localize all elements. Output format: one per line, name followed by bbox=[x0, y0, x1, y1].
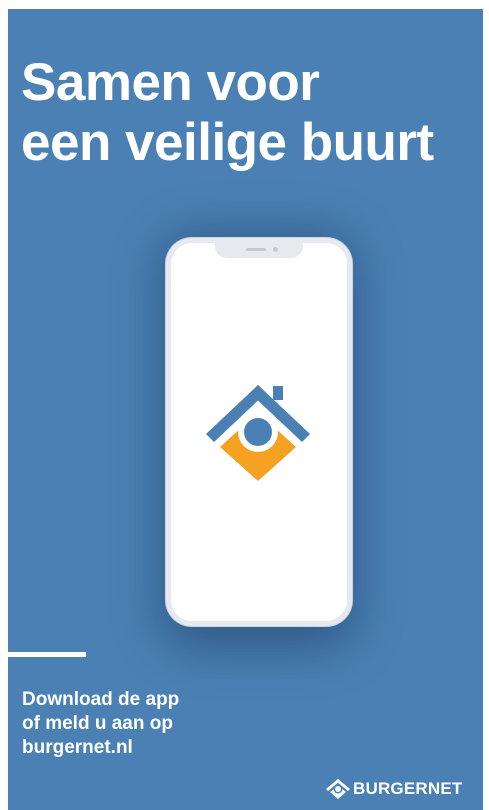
headline-line-2: een veilige buurt bbox=[21, 113, 434, 172]
camera-icon bbox=[273, 247, 278, 252]
burgernet-house-logo-icon bbox=[206, 385, 310, 481]
brand-name: BURGERNET bbox=[353, 779, 463, 798]
call-to-action: Download de app of meld u aan op burgern… bbox=[22, 688, 179, 760]
headline: Samen voor een veilige buurt bbox=[21, 53, 434, 173]
phone-notch bbox=[215, 243, 303, 258]
burgernet-logo-icon bbox=[326, 779, 350, 799]
cta-line-2: of meld u aan op bbox=[22, 713, 173, 734]
poster: Samen voor een veilige buurt Download de… bbox=[8, 9, 483, 810]
speaker-icon bbox=[246, 248, 266, 251]
headline-line-1: Samen voor bbox=[21, 53, 320, 112]
cta-line-1: Download de app bbox=[22, 689, 180, 710]
divider bbox=[8, 652, 86, 657]
brand-logo: BURGERNET bbox=[326, 777, 462, 801]
cta-line-3: burgernet.nl bbox=[22, 737, 133, 758]
